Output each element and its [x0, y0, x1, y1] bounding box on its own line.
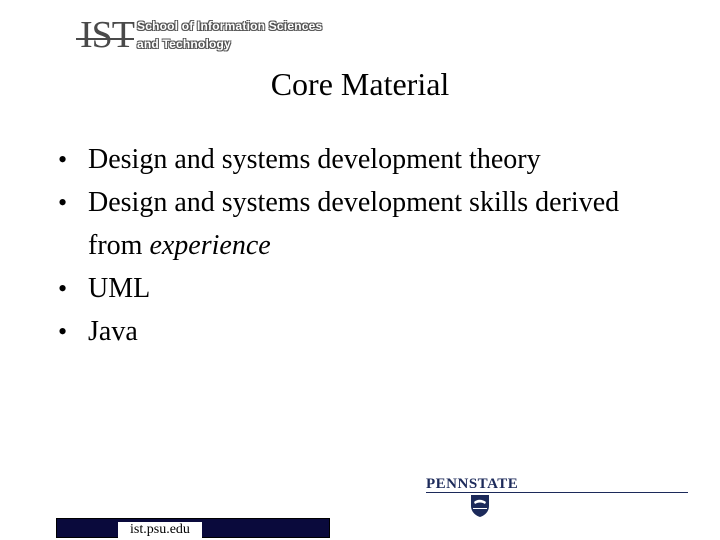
- bullet-text: Design and systems development theory: [88, 144, 541, 175]
- bullet-list: Design and systems development theory De…: [58, 138, 658, 353]
- bullet-item: Java: [58, 310, 658, 353]
- ist-logo: IST School of Information Sciences and T…: [76, 14, 356, 58]
- bullet-text: UML: [88, 273, 151, 304]
- slide-title-text: Core Material: [270, 66, 450, 102]
- pennstate-logo: PENNSTATE: [426, 474, 688, 524]
- logo-rule: [76, 38, 134, 40]
- org-name: School of Information Sciences and Techn…: [137, 17, 322, 53]
- pennstate-rule: [426, 492, 688, 493]
- ist-logo-mark: IST: [80, 14, 135, 56]
- bullet-emphasis: experience: [149, 230, 271, 261]
- nittany-lion-shield-icon: [471, 495, 489, 517]
- footer-url: ist.psu.edu: [118, 522, 202, 538]
- org-name-line1: School of Information Sciences: [137, 19, 323, 33]
- bullet-item: Design and systems development skills de…: [58, 181, 658, 267]
- slide-title: Core Material: [0, 64, 720, 104]
- bullet-item: UML: [58, 267, 658, 310]
- org-name-line2: and Technology: [137, 37, 231, 51]
- bullet-item: Design and systems development theory: [58, 138, 658, 181]
- bullet-text: Java: [88, 316, 138, 347]
- pennstate-wordmark: PENNSTATE: [426, 476, 519, 492]
